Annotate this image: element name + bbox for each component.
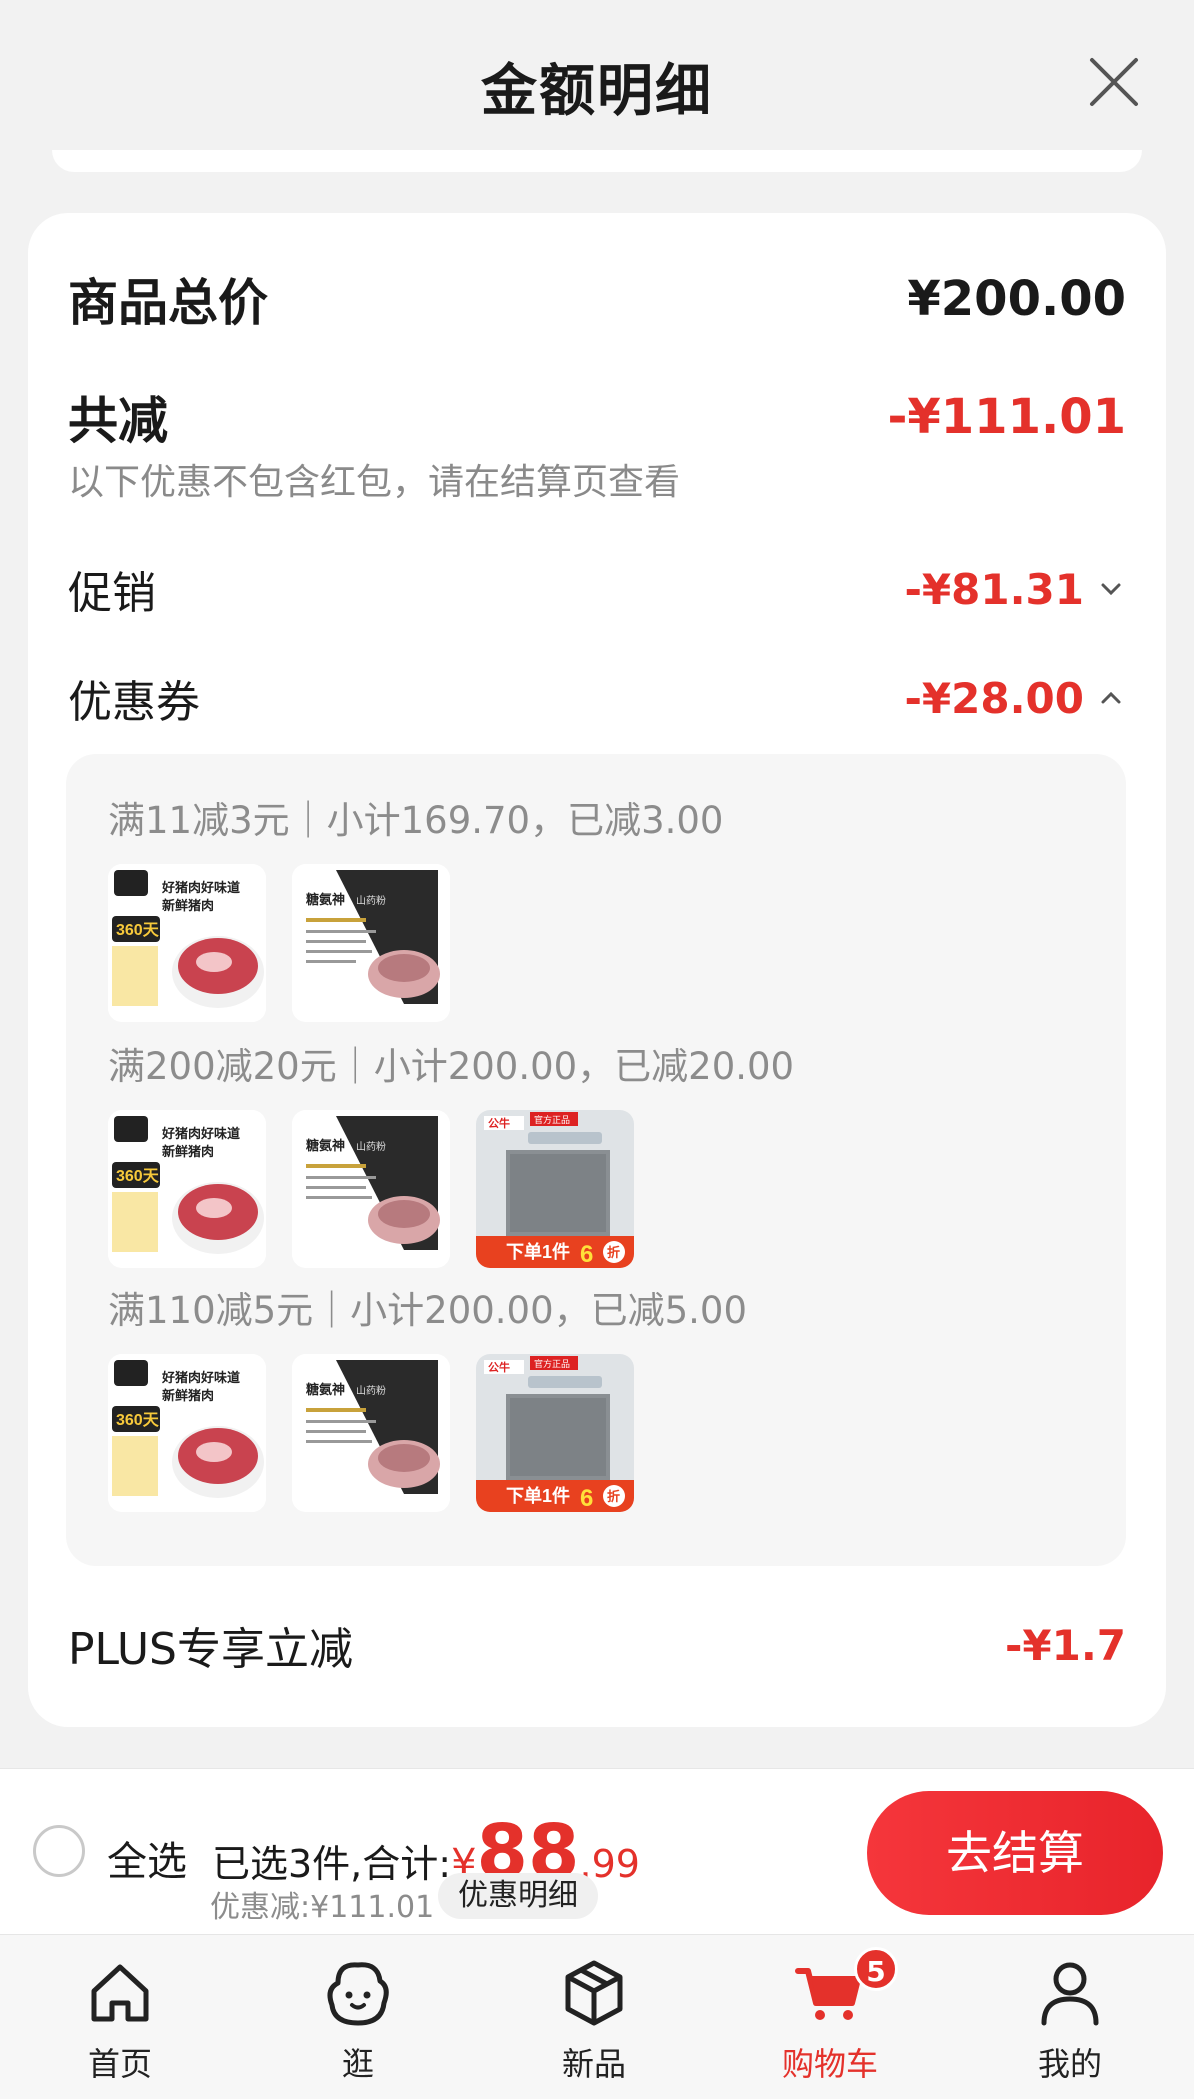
modal-header: 金额明细 — [0, 0, 1194, 172]
yam-sub: 山药粉 — [356, 894, 386, 907]
product-thumb-gongniu[interactable]: 公牛 官方正品 下单1件 6 折 — [476, 1110, 634, 1268]
pork-days: 360天 — [116, 922, 160, 939]
yam-brand: 糖氨神 — [306, 1138, 345, 1153]
checkout-button[interactable]: 去结算 — [867, 1791, 1163, 1915]
tab-label: 购物车 — [781, 2045, 878, 2083]
gongniu-brand: 公牛 — [488, 1116, 510, 1130]
gongniu-banner: 下单1件 — [506, 1241, 570, 1262]
discount-detail-button[interactable]: 优惠明细 — [438, 1873, 598, 1919]
coupon-detail-panel: 满11减3元｜小计169.70，已减3.00 好猪肉好味道 新鲜猪肉 360天 — [66, 754, 1126, 1566]
tab-me[interactable]: 我的 — [970, 1953, 1170, 2085]
gongniu-tag: 官方正品 — [534, 1114, 570, 1125]
pork-headline-2: 新鲜猪肉 — [162, 1144, 214, 1159]
box-icon — [565, 1960, 623, 2026]
gongniu-discount-num: 6 — [580, 1485, 593, 1512]
gongniu-discount-unit: 折 — [607, 1489, 620, 1504]
total-row: 商品总价 ¥200.00 — [68, 263, 1126, 335]
tab-label: 逛 — [341, 2045, 374, 2083]
pork-headline-2: 新鲜猪肉 — [162, 1388, 214, 1403]
user-icon — [1041, 1962, 1099, 2026]
pork-headline-1: 好猪肉好味道 — [161, 880, 240, 895]
gongniu-discount-num: 6 — [580, 1241, 593, 1268]
total-label: 商品总价 — [68, 274, 268, 332]
tab-explore[interactable]: 逛 — [258, 1953, 458, 2085]
pork-headline-2: 新鲜猪肉 — [162, 898, 214, 913]
close-icon[interactable] — [1086, 54, 1142, 110]
yam-brand: 糖氨神 — [306, 892, 345, 907]
coupon-products-1: 好猪肉好味道 新鲜猪肉 360天 糖氨神 山药粉 — [108, 864, 450, 1022]
gongniu-brand: 公牛 — [488, 1360, 510, 1374]
bottom-tab-bar: 首页 逛 新品 5 购物车 我的 — [0, 1934, 1194, 2099]
coupon-label: 优惠券 — [68, 677, 200, 728]
coupon-rule-3: 满110减5元｜小计200.00，已减5.00 — [108, 1289, 748, 1332]
gongniu-tag: 官方正品 — [534, 1358, 570, 1369]
pork-headline-1: 好猪肉好味道 — [161, 1126, 240, 1141]
amount-detail-card: 商品总价 ¥200.00 共减 -¥111.01 以下优惠不包含红包，请在结算页… — [28, 213, 1166, 1727]
tab-label: 我的 — [1037, 2045, 1102, 2083]
chevron-up-icon[interactable] — [1096, 683, 1126, 713]
coupon-products-3: 好猪肉好味道 新鲜猪肉 360天 糖氨神 山药粉 公牛 官方正品 下单1件 6 … — [108, 1354, 634, 1512]
coupon-products-2: 好猪肉好味道 新鲜猪肉 360天 糖氨神 山药粉 公牛 官方正品 下单1件 6 … — [108, 1110, 634, 1268]
card-top-edge — [52, 150, 1142, 172]
coupon-rule-2: 满200减20元｜小计200.00，已减20.00 — [108, 1045, 795, 1088]
reduce-label: 共减 — [68, 392, 168, 450]
tab-label: 新品 — [561, 2045, 626, 2083]
promo-row[interactable]: 促销 -¥81.31 — [68, 557, 1126, 621]
select-all-label[interactable]: 全选 — [107, 1829, 187, 1887]
yam-sub: 山药粉 — [356, 1384, 386, 1397]
reduce-note: 以下优惠不包含红包，请在结算页查看 — [68, 462, 681, 503]
tab-home[interactable]: 首页 — [20, 1953, 220, 2085]
home-icon — [91, 1964, 149, 2022]
yam-sub: 山药粉 — [356, 1140, 386, 1153]
tab-label: 首页 — [87, 2045, 152, 2083]
pork-headline-1: 好猪肉好味道 — [161, 1370, 240, 1385]
total-value: ¥200.00 — [907, 271, 1126, 327]
select-all-checkbox[interactable] — [33, 1825, 85, 1877]
product-thumb-yam[interactable]: 糖氨神 山药粉 — [292, 864, 450, 1022]
plus-row: PLUS专享立减 -¥1.7 — [68, 1613, 1126, 1677]
yam-brand: 糖氨神 — [306, 1382, 345, 1397]
product-thumb-pork[interactable]: 好猪肉好味道 新鲜猪肉 360天 — [108, 864, 266, 1022]
pork-days: 360天 — [116, 1412, 160, 1429]
product-thumb-yam[interactable]: 糖氨神 山药粉 — [292, 1110, 450, 1268]
product-thumb-yam[interactable]: 糖氨神 山药粉 — [292, 1354, 450, 1512]
promo-label: 促销 — [68, 568, 156, 619]
discount-total: 优惠减:¥111.01 — [210, 1890, 435, 1925]
selected-text: 已选3件,合计: — [212, 1842, 452, 1886]
cart-badge: 5 — [854, 1947, 898, 1991]
coupon-rule-1: 满11减3元｜小计169.70，已减3.00 — [108, 799, 724, 842]
reduce-value: -¥111.01 — [887, 389, 1126, 445]
gongniu-banner: 下单1件 — [506, 1485, 570, 1506]
chevron-down-icon[interactable] — [1096, 574, 1126, 604]
product-thumb-pork[interactable]: 好猪肉好味道 新鲜猪肉 360天 — [108, 1354, 266, 1512]
tab-cart[interactable]: 5 购物车 — [730, 1947, 930, 2085]
face-icon — [327, 1962, 389, 2026]
plus-value: -¥1.7 — [1004, 1620, 1126, 1670]
reduce-row: 共减 -¥111.01 — [68, 381, 1126, 453]
pork-days: 360天 — [116, 1168, 160, 1185]
coupon-row[interactable]: 优惠券 -¥28.00 — [68, 666, 1126, 730]
plus-label: PLUS专享立减 — [68, 1624, 353, 1675]
product-thumb-gongniu[interactable]: 公牛 官方正品 下单1件 6 折 — [476, 1354, 634, 1512]
product-thumb-pork[interactable]: 好猪肉好味道 新鲜猪肉 360天 — [108, 1110, 266, 1268]
page-title: 金额明细 — [481, 59, 713, 124]
gongniu-discount-unit: 折 — [607, 1245, 620, 1260]
checkout-bar: 全选 已选3件,合计: ¥ 88 .99 优惠减:¥111.01 优惠明细 去结… — [0, 1768, 1194, 1934]
tab-new[interactable]: 新品 — [494, 1953, 694, 2085]
coupon-value: -¥28.00 — [904, 673, 1084, 723]
promo-value: -¥81.31 — [904, 564, 1084, 614]
